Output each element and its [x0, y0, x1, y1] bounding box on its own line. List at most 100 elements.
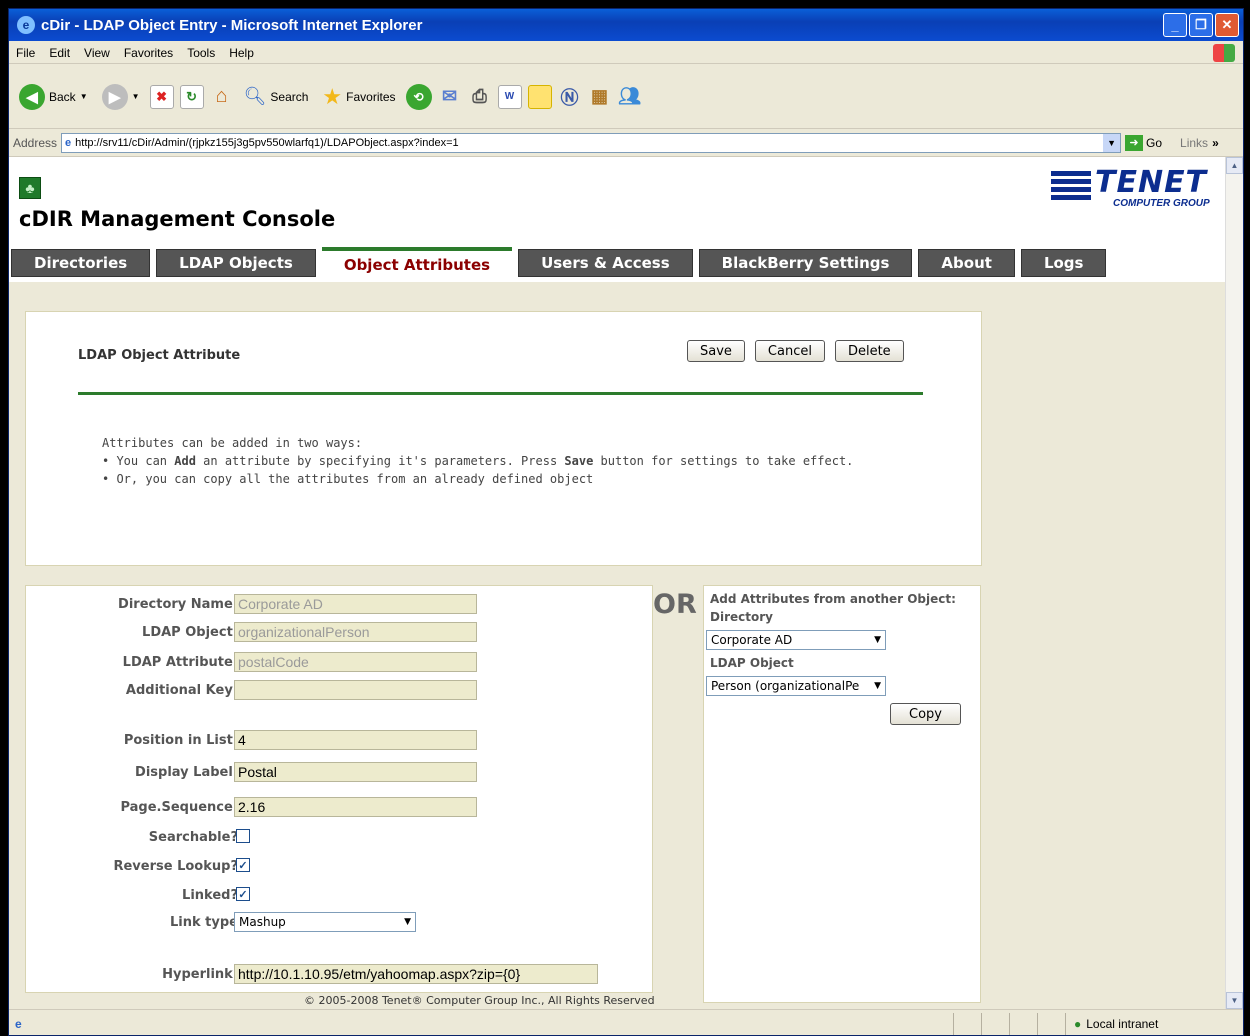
minimize-button[interactable]: _: [1163, 13, 1187, 37]
windows-flag-icon: [1213, 44, 1235, 62]
intro-bullet-copy: Or, you can copy all the attributes from…: [102, 470, 853, 488]
menu-tools[interactable]: Tools: [180, 46, 222, 60]
address-input[interactable]: e http://srv11/cDir/Admin/(rjpkz155j3g5p…: [61, 132, 1122, 153]
tab-logs[interactable]: Logs: [1020, 249, 1107, 277]
menu-bar: File Edit View Favorites Tools Help: [9, 42, 1243, 64]
address-label: Address: [13, 135, 58, 150]
intro-bullet-add: You can Add an attribute by specifying i…: [102, 452, 853, 470]
additional-key-label: Additional Key:: [125, 683, 238, 698]
chevron-right-icon[interactable]: »: [1212, 136, 1219, 150]
scroll-down-icon[interactable]: ▼: [1226, 992, 1243, 1009]
stop-icon[interactable]: ✖: [149, 84, 174, 109]
tenet-logo: TENET COMPUTER GROUP: [1051, 165, 1211, 213]
history-icon[interactable]: ⟲: [405, 83, 432, 110]
copy-button[interactable]: Copy: [890, 703, 961, 725]
copy-directory-select[interactable]: Corporate AD ▼: [706, 630, 886, 650]
search-button[interactable]: 🔍︎ Search: [240, 84, 313, 109]
chevron-down-icon: ▼: [79, 92, 88, 101]
home-icon[interactable]: ⌂: [210, 85, 234, 109]
tab-directories[interactable]: Directories: [11, 249, 151, 277]
go-button[interactable]: ➜ Go: [1125, 134, 1163, 151]
directory-name-label: Directory Name:: [118, 597, 238, 612]
menu-help[interactable]: Help: [222, 46, 261, 60]
hyperlink-label: Hyperlink:: [162, 967, 238, 982]
ldap-object-label: LDAP Object:: [142, 625, 238, 640]
additional-key-input[interactable]: [234, 680, 477, 700]
page-sequence-input[interactable]: 2.16: [234, 797, 477, 817]
research-icon[interactable]: ▦: [588, 85, 612, 109]
reverse-lookup-label: Reverse Lookup?: [113, 859, 238, 874]
menu-file[interactable]: File: [9, 46, 42, 60]
back-arrow-icon: ◀: [19, 83, 45, 110]
delete-button[interactable]: Delete: [834, 340, 904, 362]
menu-edit[interactable]: Edit: [42, 46, 77, 60]
mail-icon[interactable]: ✉: [438, 85, 462, 109]
vertical-scrollbar[interactable]: ▲ ▼: [1225, 157, 1243, 1009]
save-button[interactable]: Save: [687, 340, 745, 362]
footer-copyright: © 2005-2008 Tenet® Computer Group Inc., …: [304, 994, 655, 1007]
chevron-down-icon: ▼: [874, 681, 881, 691]
restore-button[interactable]: ❐: [1189, 13, 1213, 37]
links-button[interactable]: Links: [1180, 136, 1208, 150]
tab-bar: Directories LDAP Objects Object Attribut…: [11, 247, 1107, 279]
tab-ldap-objects[interactable]: LDAP Objects: [156, 249, 316, 277]
messenger-icon[interactable]: Ⓝ: [558, 85, 582, 109]
zone-label: Local intranet: [1086, 1017, 1159, 1031]
copy-ldap-object-select[interactable]: Person (organizationalPe ▼: [706, 676, 886, 696]
back-label: Back: [49, 89, 76, 104]
forward-button[interactable]: ▶ ▼: [98, 82, 144, 112]
favorites-label: Favorites: [346, 89, 396, 104]
position-label: Position in List:: [123, 733, 238, 748]
address-bar: Address e http://srv11/cDir/Admin/(rjpkz…: [9, 129, 1243, 157]
copy-directory-value: Corporate AD: [711, 633, 793, 647]
window-title: cDir - LDAP Object Entry - Microsoft Int…: [41, 16, 423, 34]
position-input[interactable]: 4: [234, 730, 477, 750]
link-type-select[interactable]: Mashup ▼: [234, 912, 416, 932]
back-button[interactable]: ◀ Back ▼: [15, 82, 92, 112]
copy-panel-title: Add Attributes from another Object:: [710, 592, 956, 606]
tab-users-access[interactable]: Users & Access: [518, 249, 693, 277]
copy-panel: Add Attributes from another Object: Dire…: [703, 585, 981, 1003]
menu-favorites[interactable]: Favorites: [117, 46, 180, 60]
menu-view[interactable]: View: [77, 46, 117, 60]
scroll-up-icon[interactable]: ▲: [1226, 157, 1243, 174]
users-icon[interactable]: 👥︎: [618, 85, 642, 109]
directory-name-field: Corporate AD: [234, 594, 477, 614]
browser-window: e cDir - LDAP Object Entry - Microsoft I…: [8, 8, 1244, 1036]
linked-label: Linked?: [182, 888, 238, 903]
ldap-attribute-field: postalCode: [234, 652, 477, 672]
tree-logo-icon: ♣: [19, 177, 41, 199]
linked-checkbox[interactable]: ✓: [236, 887, 250, 901]
display-label-input[interactable]: Postal: [234, 762, 477, 782]
zone-indicator: ● Local intranet: [1065, 1013, 1243, 1035]
brand-name: TENET: [1095, 165, 1208, 200]
searchable-label: Searchable?: [148, 830, 238, 845]
page-title: cDIR Management Console: [19, 207, 336, 231]
tab-blackberry-settings[interactable]: BlackBerry Settings: [698, 249, 913, 277]
tab-about[interactable]: About: [918, 249, 1015, 277]
reverse-lookup-checkbox[interactable]: ✓: [236, 858, 250, 872]
copy-ldap-object-label: LDAP Object: [710, 656, 794, 670]
tab-object-attributes[interactable]: Object Attributes: [321, 247, 513, 279]
chevron-down-icon: ▼: [404, 917, 411, 927]
close-button[interactable]: ✕: [1215, 13, 1239, 37]
print-icon[interactable]: ⎙: [468, 85, 492, 109]
edit-word-icon[interactable]: W: [497, 84, 522, 109]
intro-text: Attributes can be added in two ways: You…: [102, 434, 853, 488]
go-label: Go: [1146, 135, 1163, 150]
favorites-button[interactable]: ★ Favorites: [318, 82, 399, 112]
searchable-checkbox[interactable]: [236, 829, 250, 843]
ie-logo-icon: e: [17, 16, 35, 34]
page-content: ♣ cDIR Management Console TENET COMPUTER…: [9, 157, 1227, 1009]
status-bar: e ● Local intranet: [9, 1009, 1243, 1036]
copy-directory-label: Directory: [710, 610, 773, 624]
forward-arrow-icon: ▶: [101, 83, 128, 110]
address-url: http://srv11/cDir/Admin/(rjpkz155j3g5pv5…: [75, 136, 459, 149]
ldap-object-field: organizationalPerson: [234, 622, 477, 642]
hyperlink-input[interactable]: http://10.1.10.95/etm/yahoomap.aspx?zip=…: [234, 964, 598, 984]
cancel-button[interactable]: Cancel: [754, 340, 825, 362]
toolbar: ◀ Back ▼ ▶ ▼ ✖ ↻ ⌂ 🔍︎ Search ★ Favorites…: [9, 65, 1243, 129]
notes-icon[interactable]: [527, 84, 552, 109]
address-dropdown-icon[interactable]: ▼: [1103, 133, 1121, 152]
refresh-icon[interactable]: ↻: [179, 84, 204, 109]
